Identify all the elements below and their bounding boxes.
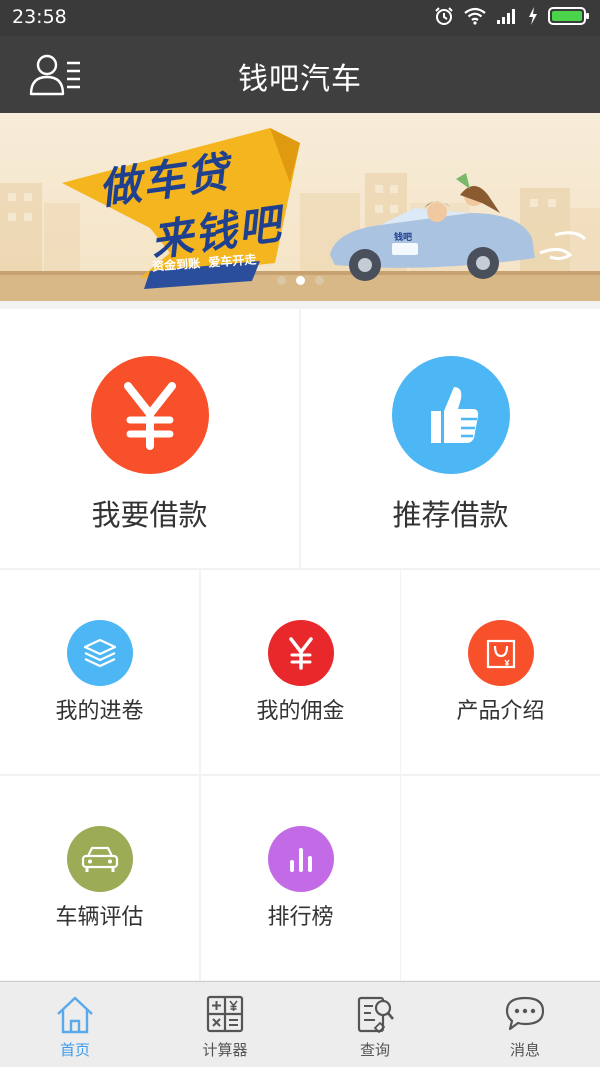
layers-icon: [83, 638, 116, 668]
status-icons: [434, 6, 590, 26]
status-time: 23:58: [12, 6, 67, 28]
car-eval-tile[interactable]: 车辆评估: [0, 776, 199, 980]
car-icon: [81, 846, 118, 872]
promo-banner[interactable]: 做车贷 来钱吧 资金到账 爱车开走 钱吧: [0, 113, 600, 301]
alarm-icon: [435, 7, 453, 25]
products-tile[interactable]: 产品介绍: [401, 570, 600, 774]
wifi-icon: [464, 7, 486, 25]
commission-icon-circle: [267, 620, 334, 686]
recommend-label: 推荐借款: [392, 498, 509, 532]
car-plate: 钱吧: [394, 233, 413, 243]
nav-query[interactable]: 查询: [300, 982, 450, 1067]
progress-icon-circle: [66, 620, 133, 686]
commission-label: 我的佣金: [256, 699, 345, 724]
products-icon-circle: [467, 620, 534, 686]
signal-icon: [497, 9, 515, 24]
query-icon: [357, 996, 394, 1034]
nav-home[interactable]: 首页: [0, 982, 150, 1067]
banner-pagination: [0, 276, 600, 285]
battery-icon: [548, 7, 589, 25]
empty-tile: [401, 776, 600, 980]
nav-calculator-label: 计算器: [202, 1041, 248, 1059]
borrow-tile[interactable]: 我要借款: [0, 309, 299, 568]
banner-dot[interactable]: [276, 276, 286, 285]
calculator-icon: [206, 995, 244, 1033]
nav-calculator[interactable]: 计算器: [150, 982, 300, 1067]
bar-chart-icon: [289, 848, 312, 872]
charging-icon: [529, 7, 537, 25]
nav-messages-label: 消息: [509, 1041, 540, 1059]
app-header: 钱吧汽车: [0, 36, 600, 113]
nav-messages[interactable]: 消息: [450, 982, 600, 1067]
banner-illustration: [0, 128, 600, 301]
home-icon: [57, 996, 93, 1034]
progress-tile[interactable]: 我的进卷: [0, 570, 199, 774]
borrow-icon-circle: [90, 356, 209, 474]
ranking-label: 排行榜: [267, 905, 334, 930]
chat-bubble-icon: [505, 996, 545, 1031]
function-grid: 我要借款 推荐借款 我的进卷 我的佣金 产品介绍 车辆评估 排行榜: [0, 301, 600, 981]
yen-icon: [123, 382, 176, 450]
car-eval-icon-circle: [66, 826, 133, 892]
banner-dot[interactable]: [314, 276, 324, 285]
banner-dot-active[interactable]: [295, 276, 305, 285]
recommend-tile[interactable]: 推荐借款: [301, 309, 600, 568]
bottom-nav: 首页 计算器 查询 消息: [0, 981, 600, 1067]
progress-label: 我的进卷: [55, 699, 144, 724]
products-label: 产品介绍: [456, 699, 545, 724]
commission-tile[interactable]: 我的佣金: [201, 570, 400, 774]
borrow-label: 我要借款: [91, 498, 208, 532]
yen-icon: [288, 637, 313, 670]
status-bar: 23:58: [0, 0, 600, 36]
nav-home-label: 首页: [59, 1041, 90, 1059]
recommend-icon-circle: [391, 356, 510, 474]
nav-query-label: 查询: [359, 1041, 390, 1059]
shopping-bag-icon: [486, 639, 515, 669]
thumbs-up-icon: [430, 387, 478, 443]
app-title: 钱吧汽车: [238, 62, 362, 97]
car-eval-label: 车辆评估: [55, 905, 144, 930]
ranking-icon-circle: [267, 826, 334, 892]
ranking-tile[interactable]: 排行榜: [201, 776, 400, 980]
